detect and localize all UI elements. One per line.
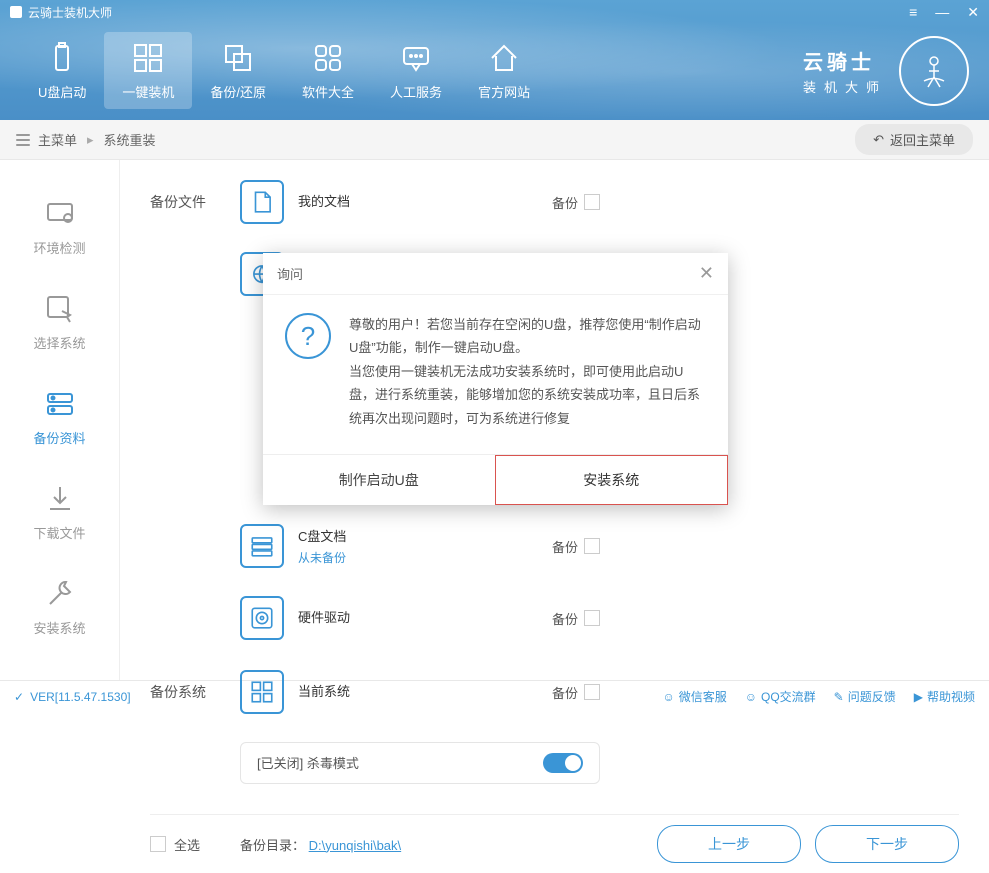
app-title: 云骑士装机大师 xyxy=(28,4,112,21)
sidebar-item-install[interactable]: 安装系统 xyxy=(0,560,119,655)
backup-path-label: 备份目录： xyxy=(240,838,305,853)
close-icon[interactable]: ✕ xyxy=(967,4,979,21)
windows-icon xyxy=(240,670,284,714)
dialog-text-1: 尊敬的用户！若您当前存在空闲的U盘，推荐您使用“制作启动U盘”功能，制作一键启动… xyxy=(349,313,706,360)
antivirus-toggle[interactable] xyxy=(543,753,583,773)
chevron-right-icon: ▸ xyxy=(87,132,94,148)
nav-support[interactable]: 人工服务 xyxy=(372,32,460,109)
backup-item-drivers: 硬件驱动 备份 xyxy=(240,596,600,640)
next-button[interactable]: 下一步 xyxy=(815,825,959,863)
section-files-label: 备份文件 xyxy=(150,180,240,212)
apps-icon xyxy=(310,40,346,76)
nav-label: 备份/还原 xyxy=(210,82,266,101)
monitor-gear-icon xyxy=(44,198,76,230)
checkbox[interactable] xyxy=(584,194,600,210)
breadcrumb: 主菜单 ▸ 系统重装 ↶ 返回主菜单 xyxy=(0,120,989,160)
brand-name: 云骑士 xyxy=(803,46,887,75)
menu-icon[interactable]: ≡ xyxy=(909,4,917,21)
sidebar-item-download[interactable]: 下载文件 xyxy=(0,465,119,560)
usb-icon xyxy=(44,40,80,76)
checkbox[interactable] xyxy=(584,538,600,554)
drive-icon xyxy=(240,524,284,568)
windows-icon xyxy=(130,40,166,76)
nav-label: 软件大全 xyxy=(302,82,354,101)
check-icon: ✓ xyxy=(14,690,24,704)
dialog-title: 询问 xyxy=(277,264,303,283)
backup-item-documents: 我的文档 备份 xyxy=(240,180,600,224)
backup-item-cdrive: C盘文档从未备份 备份 xyxy=(240,524,600,568)
section-system-label: 备份系统 xyxy=(150,670,240,702)
nav-one-click-install[interactable]: 一键装机 xyxy=(104,32,192,109)
breadcrumb-current: 系统重装 xyxy=(104,130,156,149)
document-icon xyxy=(240,180,284,224)
nav-label: U盘启动 xyxy=(38,82,86,101)
select-all-label: 全选 xyxy=(174,835,200,854)
sidebar-item-select-system[interactable]: 选择系统 xyxy=(0,275,119,370)
brand: 云骑士 装机大师 xyxy=(803,36,969,106)
sidebar-item-backup-data[interactable]: 备份资料 xyxy=(0,370,119,465)
home-icon xyxy=(486,40,522,76)
dialog-text-2: 当您使用一键装机无法成功安装系统时，即可使用此启动U盘，进行系统重装，能够增加您… xyxy=(349,360,706,430)
minimize-icon[interactable]: — xyxy=(935,4,949,21)
brand-logo xyxy=(899,36,969,106)
download-icon xyxy=(44,483,76,515)
disk-icon xyxy=(240,596,284,640)
nav-website[interactable]: 官方网站 xyxy=(460,32,548,109)
dialog-close-button[interactable]: ✕ xyxy=(699,263,714,284)
back-main-button[interactable]: ↶ 返回主菜单 xyxy=(855,124,973,155)
nav-label: 人工服务 xyxy=(390,82,442,101)
wrench-icon xyxy=(44,578,76,610)
antivirus-mode: [已关闭] 杀毒模式 xyxy=(240,742,600,784)
backup-path-link[interactable]: D:\yunqishi\bak\ xyxy=(309,838,402,853)
prev-button[interactable]: 上一步 xyxy=(657,825,801,863)
nav-label: 官方网站 xyxy=(478,82,530,101)
antivirus-label: [已关闭] 杀毒模式 xyxy=(257,756,359,771)
question-icon: ? xyxy=(285,313,331,359)
checkbox[interactable] xyxy=(584,684,600,700)
install-system-button[interactable]: 安装系统 xyxy=(495,455,729,505)
list-icon xyxy=(16,134,30,146)
cursor-icon xyxy=(44,293,76,325)
nav-software[interactable]: 软件大全 xyxy=(284,32,372,109)
sidebar-item-env-check[interactable]: 环境检测 xyxy=(0,180,119,275)
nav-usb-boot[interactable]: U盘启动 xyxy=(20,32,104,109)
brand-sub: 装机大师 xyxy=(803,77,887,96)
undo-icon: ↶ xyxy=(873,132,884,148)
make-usb-button[interactable]: 制作启动U盘 xyxy=(263,455,495,505)
confirm-dialog: 询问 ✕ ? 尊敬的用户！若您当前存在空闲的U盘，推荐您使用“制作启动U盘”功能… xyxy=(263,253,728,505)
app-icon xyxy=(10,6,22,18)
version[interactable]: ✓ VER[11.5.47.1530] xyxy=(14,690,131,704)
checkbox[interactable] xyxy=(584,610,600,626)
backup-item-current-system: 当前系统 备份 xyxy=(240,670,600,714)
server-icon xyxy=(44,388,76,420)
breadcrumb-root[interactable]: 主菜单 xyxy=(38,130,77,149)
copy-icon xyxy=(220,40,256,76)
select-all-checkbox[interactable] xyxy=(150,836,166,852)
nav-backup-restore[interactable]: 备份/还原 xyxy=(192,32,284,109)
nav-label: 一键装机 xyxy=(122,82,174,101)
chat-icon xyxy=(398,40,434,76)
